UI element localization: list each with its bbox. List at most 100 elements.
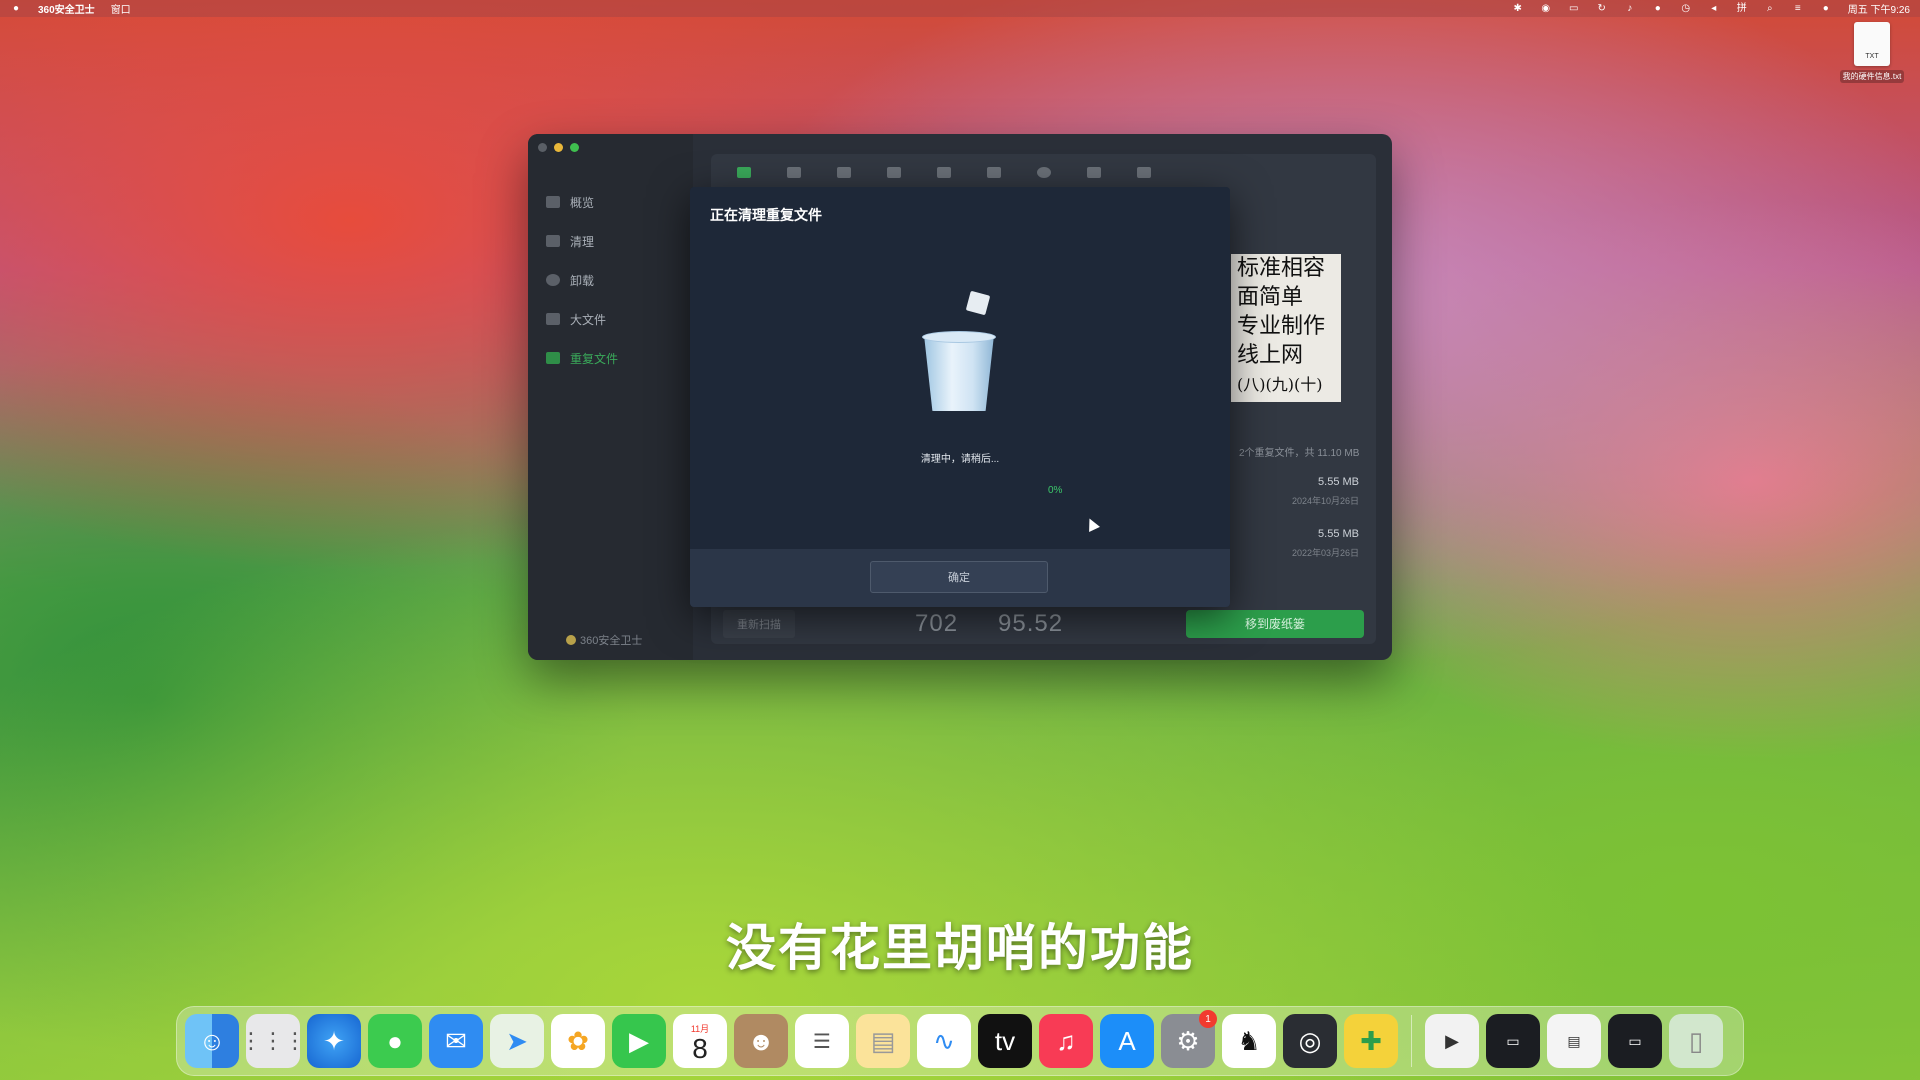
file-type-badge: TXT: [1865, 53, 1879, 60]
facetime-icon[interactable]: ▶: [612, 1014, 666, 1068]
zoom-window-button[interactable]: [570, 143, 579, 152]
close-window-button[interactable]: [538, 143, 547, 152]
trash-icon[interactable]: ▯: [1669, 1014, 1723, 1068]
dock-separator: [1411, 1015, 1412, 1067]
notes-icon[interactable]: ▤: [856, 1014, 910, 1068]
sidebar-item-clean[interactable]: 清理: [546, 229, 686, 253]
siri-icon[interactable]: ●: [1820, 3, 1832, 14]
folder-icon: [546, 313, 560, 325]
recent-document-icon[interactable]: ▤: [1547, 1014, 1601, 1068]
notification-badge: 1: [1199, 1010, 1217, 1028]
move-to-trash-button[interactable]: 移到废纸篓: [1186, 610, 1364, 638]
display-icon[interactable]: ▭: [1568, 3, 1580, 14]
cleaning-dialog: 正在清理重复文件 清理中，请稍后... 0% 确定: [690, 187, 1230, 607]
uninstall-icon: [546, 274, 560, 286]
desktop-file[interactable]: TXT 我的硬件信息.txt: [1832, 22, 1912, 83]
sidebar: 概览 清理 卸载 大文件 重复文件 360安全卫士: [528, 134, 693, 660]
menu-bar: ● 360安全卫士 窗口 ✱ ◉ ▭ ↻ ♪ ● ◷ ◂ 拼 ⌕ ≡ ● 周五 …: [0, 0, 1920, 17]
document-icon[interactable]: [937, 166, 951, 178]
360-status-icon[interactable]: ◉: [1540, 3, 1552, 14]
sidebar-item-duplicate-files[interactable]: 重复文件: [546, 346, 686, 370]
safari-icon[interactable]: ✦: [307, 1014, 361, 1068]
broom-icon: [546, 235, 560, 247]
recent-window-icon[interactable]: ▭: [1608, 1014, 1662, 1068]
360-security-icon[interactable]: ✚: [1344, 1014, 1398, 1068]
maps-icon[interactable]: ➤: [490, 1014, 544, 1068]
spotlight-icon[interactable]: ⌕: [1764, 3, 1776, 14]
trash-rim: [922, 331, 996, 343]
trash-body: [924, 335, 994, 411]
sidebar-brand: 360安全卫士: [566, 632, 642, 648]
archive-icon[interactable]: [1137, 166, 1151, 178]
preview-line: 线上网: [1237, 343, 1304, 368]
sidebar-item-label: 概览: [570, 195, 595, 210]
preview-line: 专业制作: [1237, 314, 1326, 339]
preview-line: 面简单: [1237, 285, 1304, 310]
launchpad-icon[interactable]: ⋮⋮⋮: [240, 1014, 306, 1068]
rescan-button[interactable]: 重新扫描: [723, 610, 795, 638]
sync-icon[interactable]: ↻: [1596, 3, 1608, 14]
calendar-icon[interactable]: 11月 8: [673, 1014, 727, 1068]
sidebar-item-uninstall[interactable]: 卸载: [546, 268, 686, 292]
volume-icon[interactable]: ◂: [1708, 3, 1720, 14]
folder-icon[interactable]: [837, 166, 851, 178]
obs-icon[interactable]: ◎: [1283, 1014, 1337, 1068]
paper-icon: [965, 290, 991, 316]
video-icon[interactable]: [1087, 166, 1101, 178]
progress-percent: 0%: [1048, 485, 1063, 496]
trash-icon: [912, 290, 1008, 413]
music-icon[interactable]: ♫: [1039, 1014, 1093, 1068]
360-logo-icon: [566, 635, 576, 645]
dock: ☺ ⋮⋮⋮ ✦ ● ✉ ➤ ✿ ▶ 11月 8 ☻ ☰ ▤ ∿ tv ♫ A ⚙…: [176, 1006, 1744, 1076]
apple-icon[interactable]: ●: [10, 3, 22, 14]
file-preview: 标准相容 面简单 专业制作 线上网 (八)(九)(十): [1231, 254, 1341, 402]
main-footer: 重新扫描 702 95.52 移到废纸篓: [711, 604, 1376, 644]
video-subtitle: 没有花里胡哨的功能: [726, 920, 1194, 976]
cleaning-status: 清理中，请稍后...: [920, 454, 1000, 465]
menu-window[interactable]: 窗口: [111, 1, 131, 16]
image-icon[interactable]: [987, 166, 1001, 178]
sidebar-item-large-files[interactable]: 大文件: [546, 307, 686, 331]
sidebar-item-overview[interactable]: 概览: [546, 190, 686, 214]
preview-line: (八)(九)(十): [1237, 375, 1323, 394]
reminders-icon[interactable]: ☰: [795, 1014, 849, 1068]
duplicate-summary: 2个重复文件，共 11.10 MB: [1239, 448, 1360, 459]
ok-button[interactable]: 确定: [870, 561, 1048, 593]
menu-app-name[interactable]: 360安全卫士: [38, 1, 95, 16]
finder-icon[interactable]: ☺: [185, 1014, 239, 1068]
desktop-file-label: 我的硬件信息.txt: [1839, 70, 1905, 83]
txt-file-icon: TXT: [1854, 22, 1890, 66]
app-store-icon[interactable]: A: [1100, 1014, 1154, 1068]
folder-icon[interactable]: [737, 166, 751, 178]
sidebar-item-label: 卸载: [570, 273, 595, 288]
photos-icon[interactable]: ✿: [551, 1014, 605, 1068]
contacts-icon[interactable]: ☻: [734, 1014, 788, 1068]
stat-size: 95.52: [998, 610, 1064, 637]
folder-icon[interactable]: [787, 166, 801, 178]
minimize-window-button[interactable]: [554, 143, 563, 152]
recent-window-icon[interactable]: ▭: [1486, 1014, 1540, 1068]
stat-count: 702: [915, 610, 959, 637]
settings-status-icon[interactable]: ✱: [1512, 3, 1524, 14]
dialog-footer: 确定: [690, 549, 1230, 607]
music-icon[interactable]: [1037, 166, 1051, 178]
video-file-icon[interactable]: ▶: [1425, 1014, 1479, 1068]
bell-icon[interactable]: ♪: [1624, 3, 1636, 14]
document-icon[interactable]: [887, 166, 901, 178]
freeform-icon[interactable]: ∿: [917, 1014, 971, 1068]
control-center-icon[interactable]: ≡: [1792, 3, 1804, 14]
menu-clock[interactable]: 周五 下午9:26: [1848, 1, 1910, 16]
messages-icon[interactable]: ●: [368, 1014, 422, 1068]
qq-icon[interactable]: ♞: [1222, 1014, 1276, 1068]
input-method-icon[interactable]: 拼: [1736, 3, 1748, 14]
sidebar-item-label: 大文件: [570, 312, 607, 327]
system-settings-icon[interactable]: ⚙ 1: [1161, 1010, 1217, 1068]
mail-icon[interactable]: ✉: [429, 1014, 483, 1068]
sidebar-item-label: 重复文件: [570, 351, 619, 366]
calendar-day: 8: [692, 1032, 708, 1064]
apple-tv-icon[interactable]: tv: [978, 1014, 1032, 1068]
wechat-icon[interactable]: ●: [1652, 3, 1664, 14]
time-machine-icon[interactable]: ◷: [1680, 3, 1692, 14]
sidebar-item-label: 清理: [570, 234, 595, 249]
duplicate-icon: [546, 352, 560, 364]
